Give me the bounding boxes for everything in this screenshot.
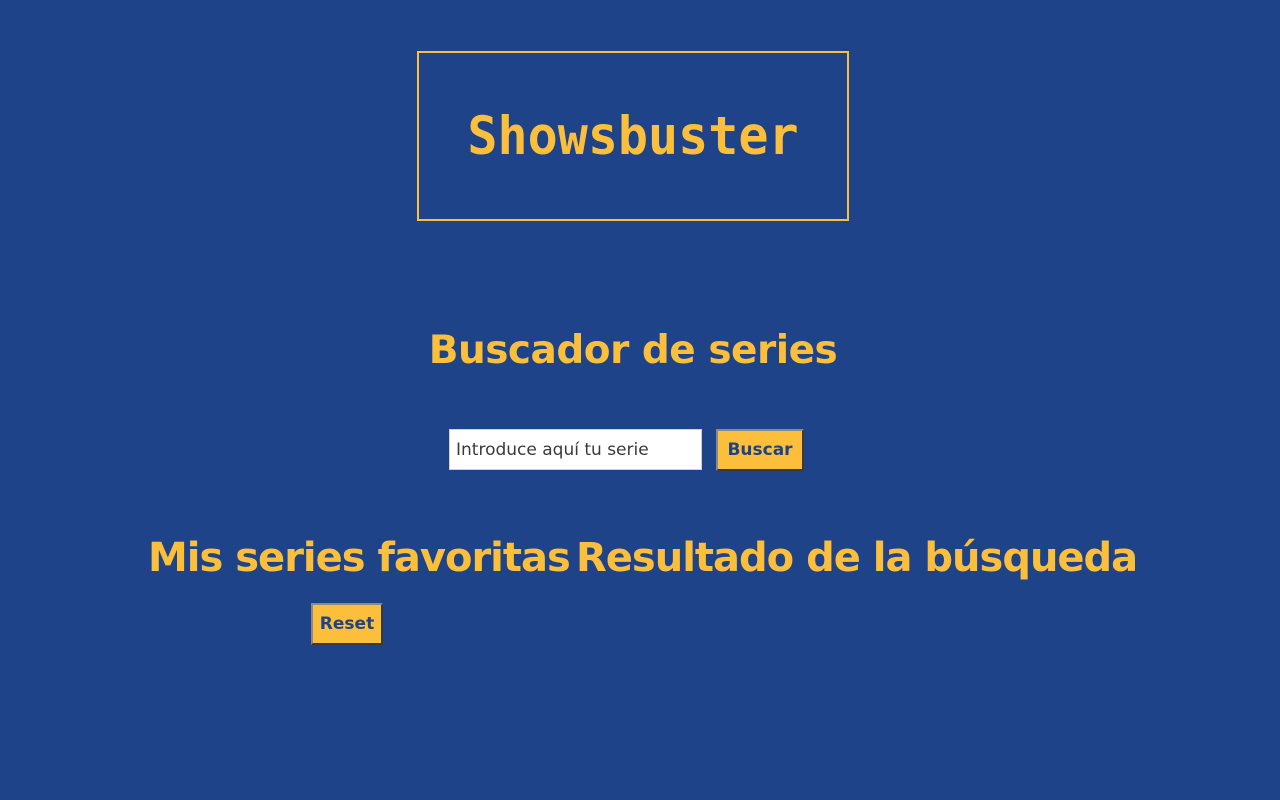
search-input[interactable] [449,429,702,470]
results-title: Resultado de la búsqueda [576,535,1138,581]
logo-box: Showsbuster [417,51,849,221]
search-button[interactable]: Buscar [716,429,804,471]
logo-text: Showsbuster [467,105,799,167]
reset-button[interactable]: Reset [311,603,383,645]
favorites-title: Mis series favoritas [148,535,571,581]
search-title: Buscador de series [428,328,838,373]
